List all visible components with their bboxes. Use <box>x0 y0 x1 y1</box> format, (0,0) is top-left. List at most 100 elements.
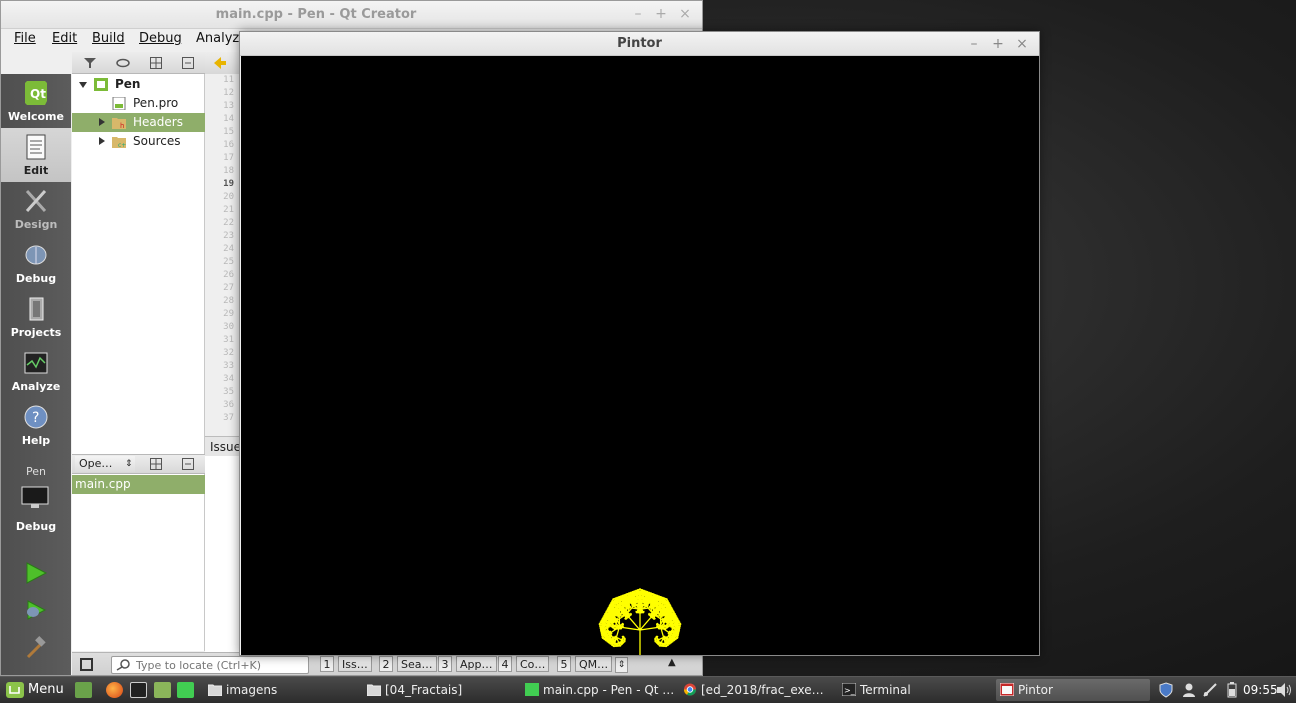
sidebar-toggle-icon[interactable] <box>80 658 93 671</box>
split-icon[interactable] <box>150 57 162 69</box>
debug-run-button[interactable] <box>24 598 48 622</box>
open-documents-selector[interactable]: Ope… ⇕ <box>75 456 135 472</box>
qt-creator-launcher-icon[interactable] <box>177 682 194 698</box>
help-icon: ? <box>24 405 48 429</box>
line-number: 27 <box>223 283 234 293</box>
close-pane-icon[interactable] <box>182 57 194 69</box>
project-tree-toolbar <box>72 52 205 74</box>
menu-build[interactable]: Build <box>92 29 125 49</box>
tree-item-headers[interactable]: h Headers <box>72 113 205 132</box>
files-launcher-icon[interactable] <box>154 682 171 698</box>
app-window-icon <box>1000 683 1014 696</box>
back-arrow-icon[interactable] <box>214 57 226 69</box>
pintor-titlebar[interactable]: Pintor – + × <box>240 32 1039 56</box>
output-pane-name: Iss… <box>338 656 372 672</box>
output-pane-compile[interactable]: 4 Co… <box>498 656 550 674</box>
open-document-label: main.cpp <box>75 477 131 491</box>
task-chrome[interactable]: [ed_2018/frac_exe… <box>679 679 833 701</box>
start-menu-button[interactable]: Menu <box>2 677 70 703</box>
filter-icon[interactable] <box>84 57 96 69</box>
line-number: 16 <box>223 140 234 150</box>
task-qt-creator[interactable]: main.cpp - Pen - Qt … <box>521 679 675 701</box>
mode-design[interactable]: Design <box>1 182 71 236</box>
run-button[interactable] <box>24 561 48 585</box>
qt-window-title: main.cpp - Pen - Qt Creator <box>215 7 417 22</box>
output-pane-name: App… <box>456 656 497 672</box>
task-fractais[interactable]: [04_Fractais] <box>363 679 517 701</box>
mode-label: Analyze <box>11 380 61 393</box>
line-number: 22 <box>223 218 234 228</box>
wrench-book-icon <box>29 297 44 321</box>
mode-analyze[interactable]: Analyze <box>1 344 71 398</box>
tree-item-sources[interactable]: c+ Sources <box>72 132 205 151</box>
svg-text:Qt: Qt <box>30 87 46 101</box>
task-pintor[interactable]: Pintor <box>996 679 1150 701</box>
open-document-item[interactable]: main.cpp <box>72 475 205 494</box>
output-pane-issues[interactable]: 1 Iss… <box>320 656 372 674</box>
line-number: 28 <box>223 296 234 306</box>
locator-input[interactable] <box>136 657 306 673</box>
locator-box[interactable] <box>111 656 309 674</box>
mode-help[interactable]: ? Help <box>1 398 71 452</box>
close-icon[interactable]: × <box>678 7 692 21</box>
build-button[interactable] <box>24 635 48 659</box>
line-number: 24 <box>223 244 234 254</box>
volume-icon[interactable] <box>1277 683 1293 697</box>
line-number: 34 <box>223 374 234 384</box>
minimize-icon[interactable]: – <box>631 7 645 21</box>
collapse-arrow-icon[interactable] <box>79 82 87 88</box>
kit-project-label: Pen <box>26 465 46 478</box>
chrome-icon <box>683 683 697 696</box>
mode-edit[interactable]: Edit <box>1 128 71 182</box>
hammer-icon <box>26 636 46 659</box>
line-number: 13 <box>223 101 234 111</box>
terminal-launcher-icon[interactable] <box>130 682 147 698</box>
qt-titlebar[interactable]: main.cpp - Pen - Qt Creator – + × <box>1 1 702 29</box>
user-icon[interactable] <box>1181 682 1197 698</box>
menu-edit[interactable]: Edit <box>52 29 77 49</box>
split-icon[interactable] <box>150 458 162 470</box>
network-icon[interactable] <box>1202 682 1218 698</box>
mode-debug[interactable]: Debug <box>1 236 71 290</box>
mode-welcome[interactable]: Qt Welcome <box>1 74 71 128</box>
expand-arrow-icon[interactable] <box>99 137 105 145</box>
line-number: 23 <box>223 231 234 241</box>
updown-arrow-icon: ⇕ <box>125 459 133 469</box>
task-imagens[interactable]: imagens <box>204 679 358 701</box>
mode-projects[interactable]: Projects <box>1 290 71 344</box>
mode-label: Projects <box>10 326 62 339</box>
drawing-canvas[interactable] <box>241 56 1039 655</box>
output-pane-application[interactable]: 3 App… <box>438 656 497 674</box>
tree-item-pen-pro[interactable]: Pen.pro <box>72 94 205 113</box>
toggle-output-icon[interactable]: ▲ <box>668 657 676 668</box>
design-tools-icon <box>25 189 47 213</box>
menu-debug[interactable]: Debug <box>139 29 182 49</box>
more-panes-icon[interactable]: ⇕ <box>615 657 628 673</box>
link-icon[interactable] <box>116 57 130 69</box>
firefox-icon[interactable] <box>106 682 123 698</box>
line-number: 25 <box>223 257 234 267</box>
task-terminal[interactable]: >_ Terminal <box>838 679 992 701</box>
close-pane-icon[interactable] <box>182 458 194 470</box>
battery-icon[interactable] <box>1225 682 1239 698</box>
clock[interactable]: 09:55 <box>1243 677 1278 703</box>
output-pane-qml[interactable]: 5 QM… <box>557 656 613 674</box>
shield-icon[interactable] <box>1158 682 1174 698</box>
show-desktop-icon[interactable] <box>75 682 92 698</box>
maximize-icon[interactable]: + <box>991 37 1005 51</box>
minimize-icon[interactable]: – <box>967 37 981 51</box>
headers-folder-icon: h <box>112 118 126 129</box>
kit-selector[interactable] <box>20 486 59 510</box>
output-pane-search[interactable]: 2 Sea… <box>379 656 437 674</box>
menu-file[interactable]: File <box>14 29 36 49</box>
issues-tab[interactable]: Issue <box>205 436 241 456</box>
tree-item-label: Headers <box>133 115 183 129</box>
document-icon <box>26 134 46 160</box>
tree-item-label: Sources <box>133 134 181 148</box>
expand-arrow-icon[interactable] <box>99 118 105 126</box>
tree-item-pen[interactable]: Pen <box>72 75 205 94</box>
maximize-icon[interactable]: + <box>654 7 668 21</box>
line-number: 20 <box>223 192 234 202</box>
line-number-gutter: 11 12 13 14 15 16 17 18 19 20 21 22 23 24 25 26 27 28 29 30… <box>205 74 241 434</box>
close-icon[interactable]: × <box>1015 37 1029 51</box>
